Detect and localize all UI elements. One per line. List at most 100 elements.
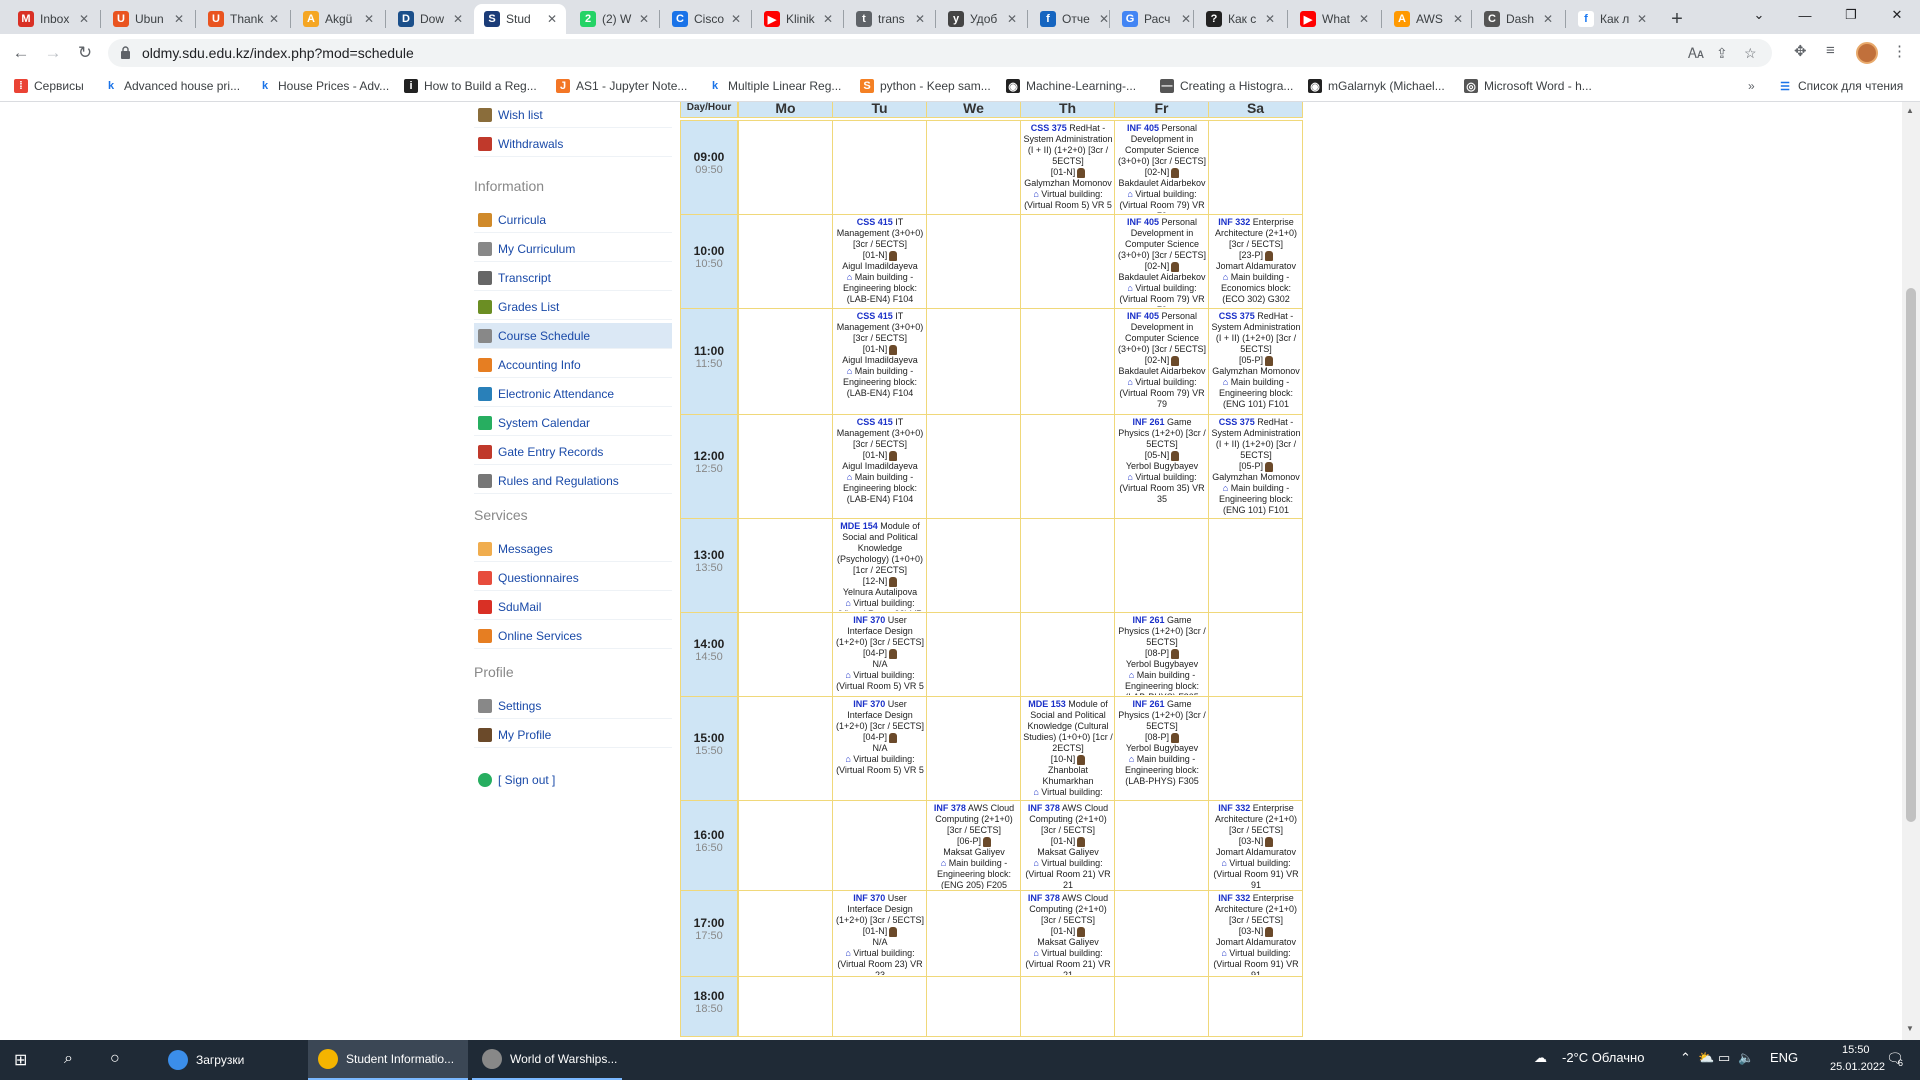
class-entry[interactable]: INF 405 Personal Development in Computer… <box>1117 311 1207 413</box>
back-icon[interactable]: ← <box>8 40 34 66</box>
sidebar-item-curricula[interactable]: Curricula <box>474 207 672 233</box>
volume-icon[interactable]: 🔈 <box>1738 1050 1754 1066</box>
class-code[interactable]: INF 378 <box>1028 803 1060 813</box>
sidebar-item-transcript[interactable]: Transcript <box>474 265 672 291</box>
class-entry[interactable]: INF 378 AWS Cloud Computing (2+1+0) [3cr… <box>1023 803 1113 889</box>
tab-5[interactable]: D Dow ✕ <box>388 4 472 34</box>
class-code[interactable]: INF 405 <box>1127 217 1159 227</box>
tab-close-icon[interactable]: ✕ <box>1356 12 1372 26</box>
new-tab-button[interactable]: + <box>1664 6 1690 32</box>
tab-14[interactable]: ? Как с ✕ <box>1196 4 1284 34</box>
class-entry[interactable]: INF 261 Game Physics (1+2+0) [3cr / 5ECT… <box>1117 615 1207 695</box>
scroll-up-icon[interactable]: ▲ <box>1906 106 1914 115</box>
class-entry[interactable]: MDE 153 Module of Social and Political K… <box>1023 699 1113 799</box>
class-entry[interactable]: CSS 415 IT Management (3+0+0) [3cr / 5EC… <box>835 417 925 517</box>
tab-close-icon[interactable]: ✕ <box>266 12 282 26</box>
class-entry[interactable]: INF 405 Personal Development in Computer… <box>1117 217 1207 307</box>
class-entry[interactable]: INF 332 Enterprise Architecture (2+1+0) … <box>1211 803 1301 889</box>
tab-close-icon[interactable]: ✕ <box>1004 12 1020 26</box>
signout-link[interactable]: [ Sign out ] <box>474 767 672 793</box>
sidebar-item-calendar[interactable]: System Calendar <box>474 410 672 436</box>
tab-search-button[interactable]: ⌄ <box>1736 0 1782 30</box>
class-entry[interactable]: INF 261 Game Physics (1+2+0) [3cr / 5ECT… <box>1117 699 1207 799</box>
tab-close-icon[interactable]: ✕ <box>361 12 377 26</box>
extensions-icon[interactable]: ✥ <box>1794 42 1807 60</box>
bookmark-item[interactable]: ⁞ Сервисы <box>14 79 84 93</box>
class-code[interactable]: INF 332 <box>1218 803 1250 813</box>
tab-close-icon[interactable]: ✕ <box>171 12 187 26</box>
minimize-button[interactable]: — <box>1782 0 1828 30</box>
class-code[interactable]: CSS 415 <box>857 217 893 227</box>
sidebar-item-my-profile[interactable]: My Profile <box>474 722 672 748</box>
class-code[interactable]: INF 332 <box>1218 217 1250 227</box>
tab-4[interactable]: A Akgü ✕ <box>293 4 383 34</box>
tab-3[interactable]: U Thank ✕ <box>198 4 288 34</box>
class-entry[interactable]: CSS 415 IT Management (3+0+0) [3cr / 5EC… <box>835 311 925 413</box>
bookmark-item[interactable]: — Creating a Histogra... <box>1160 79 1293 93</box>
sidebar-item-attendance[interactable]: Electronic Attendance <box>474 381 672 407</box>
class-code[interactable]: CSS 415 <box>857 311 893 321</box>
class-entry[interactable]: INF 332 Enterprise Architecture (2+1+0) … <box>1211 893 1301 975</box>
sidebar-item-questionnaires[interactable]: Questionnaires <box>474 565 672 591</box>
class-entry[interactable]: INF 370 User Interface Design (1+2+0) [3… <box>835 893 925 975</box>
tab-close-icon[interactable]: ✕ <box>1634 12 1650 26</box>
tab-6[interactable]: S Stud ✕ <box>474 4 566 34</box>
taskbar-app-1[interactable]: Загрузки <box>158 1040 300 1080</box>
sidebar-item-online-services[interactable]: Online Services <box>474 623 672 649</box>
clock-date[interactable]: 25.01.2022 <box>1830 1061 1885 1073</box>
class-entry[interactable]: INF 332 Enterprise Architecture (2+1+0) … <box>1211 217 1301 307</box>
class-entry[interactable]: MDE 154 Module of Social and Political K… <box>835 521 925 611</box>
tab-close-icon[interactable]: ✕ <box>450 12 466 26</box>
forward-icon[interactable]: → <box>40 40 66 66</box>
network-icon[interactable]: ▭ <box>1718 1050 1730 1066</box>
bookmark-item[interactable]: ◎ Microsoft Word - h... <box>1464 79 1592 93</box>
class-code[interactable]: INF 332 <box>1218 893 1250 903</box>
class-code[interactable]: INF 370 <box>853 699 885 709</box>
page-scrollbar[interactable]: ▲ ▼ <box>1902 102 1920 1040</box>
translate-icon[interactable]: 🗛 <box>1688 45 1704 62</box>
tab-15[interactable]: ▶ What ✕ <box>1290 4 1378 34</box>
bookmark-item[interactable]: k House Prices - Adv... <box>258 79 389 93</box>
class-code[interactable]: INF 261 <box>1132 417 1164 427</box>
tab-13[interactable]: G Расч ✕ <box>1112 4 1200 34</box>
clock-time[interactable]: 15:50 <box>1842 1044 1870 1056</box>
class-entry[interactable]: CSS 375 RedHat - System Administration (… <box>1023 123 1113 213</box>
class-code[interactable]: CSS 375 <box>1219 417 1255 427</box>
reading-list-icon[interactable]: ≡ <box>1826 42 1835 59</box>
weather-text[interactable]: -2°C Облачно <box>1562 1050 1644 1065</box>
tab-9[interactable]: ▶ Klinik ✕ <box>754 4 842 34</box>
class-entry[interactable]: INF 370 User Interface Design (1+2+0) [3… <box>835 699 925 799</box>
bookmark-item[interactable]: k Multiple Linear Reg... <box>708 79 841 93</box>
menu-icon[interactable]: ⋮ <box>1892 42 1907 60</box>
tab-11[interactable]: y Удоб ✕ <box>938 4 1026 34</box>
onedrive-icon[interactable]: ⛅ <box>1698 1050 1714 1066</box>
tab-close-icon[interactable]: ✕ <box>544 12 560 26</box>
class-code[interactable]: INF 378 <box>934 803 966 813</box>
class-entry[interactable]: INF 370 User Interface Design (1+2+0) [3… <box>835 615 925 695</box>
tab-close-icon[interactable]: ✕ <box>1178 12 1194 26</box>
bookmarks-overflow-icon[interactable]: » <box>1748 79 1755 93</box>
sidebar-item-grades[interactable]: Grades List <box>474 294 672 320</box>
class-code[interactable]: INF 261 <box>1132 615 1164 625</box>
bookmark-item[interactable]: Spython - Keep sam... <box>860 79 991 93</box>
class-entry[interactable]: CSS 415 IT Management (3+0+0) [3cr / 5EC… <box>835 217 925 307</box>
windows-start-icon[interactable]: ⊞ <box>14 1050 27 1070</box>
search-icon[interactable]: ⌕ <box>64 1050 73 1068</box>
bookmark-item[interactable]: k Advanced house pri... <box>104 79 240 93</box>
class-code[interactable]: CSS 375 <box>1031 123 1067 133</box>
tray-chevron-icon[interactable]: ⌃ <box>1680 1050 1691 1066</box>
tab-close-icon[interactable]: ✕ <box>636 12 652 26</box>
tab-close-icon[interactable]: ✕ <box>76 12 92 26</box>
sidebar-item-accounting[interactable]: Accounting Info <box>474 352 672 378</box>
tab-18[interactable]: f Как л ✕ <box>1568 4 1656 34</box>
language-indicator[interactable]: ENG <box>1770 1050 1798 1065</box>
profile-avatar[interactable] <box>1856 42 1878 64</box>
tab-close-icon[interactable]: ✕ <box>1262 12 1278 26</box>
sidebar-item-settings[interactable]: Settings <box>474 693 672 719</box>
class-code[interactable]: INF 405 <box>1127 123 1159 133</box>
bookmark-item[interactable]: J AS1 - Jupyter Note... <box>556 79 687 93</box>
bookmark-item[interactable]: i How to Build a Reg... <box>404 79 537 93</box>
bookmark-item[interactable]: ◉ mGalarnyk (Michael... <box>1308 79 1445 93</box>
class-code[interactable]: INF 378 <box>1028 893 1060 903</box>
sidebar-item-messages[interactable]: Messages <box>474 536 672 562</box>
